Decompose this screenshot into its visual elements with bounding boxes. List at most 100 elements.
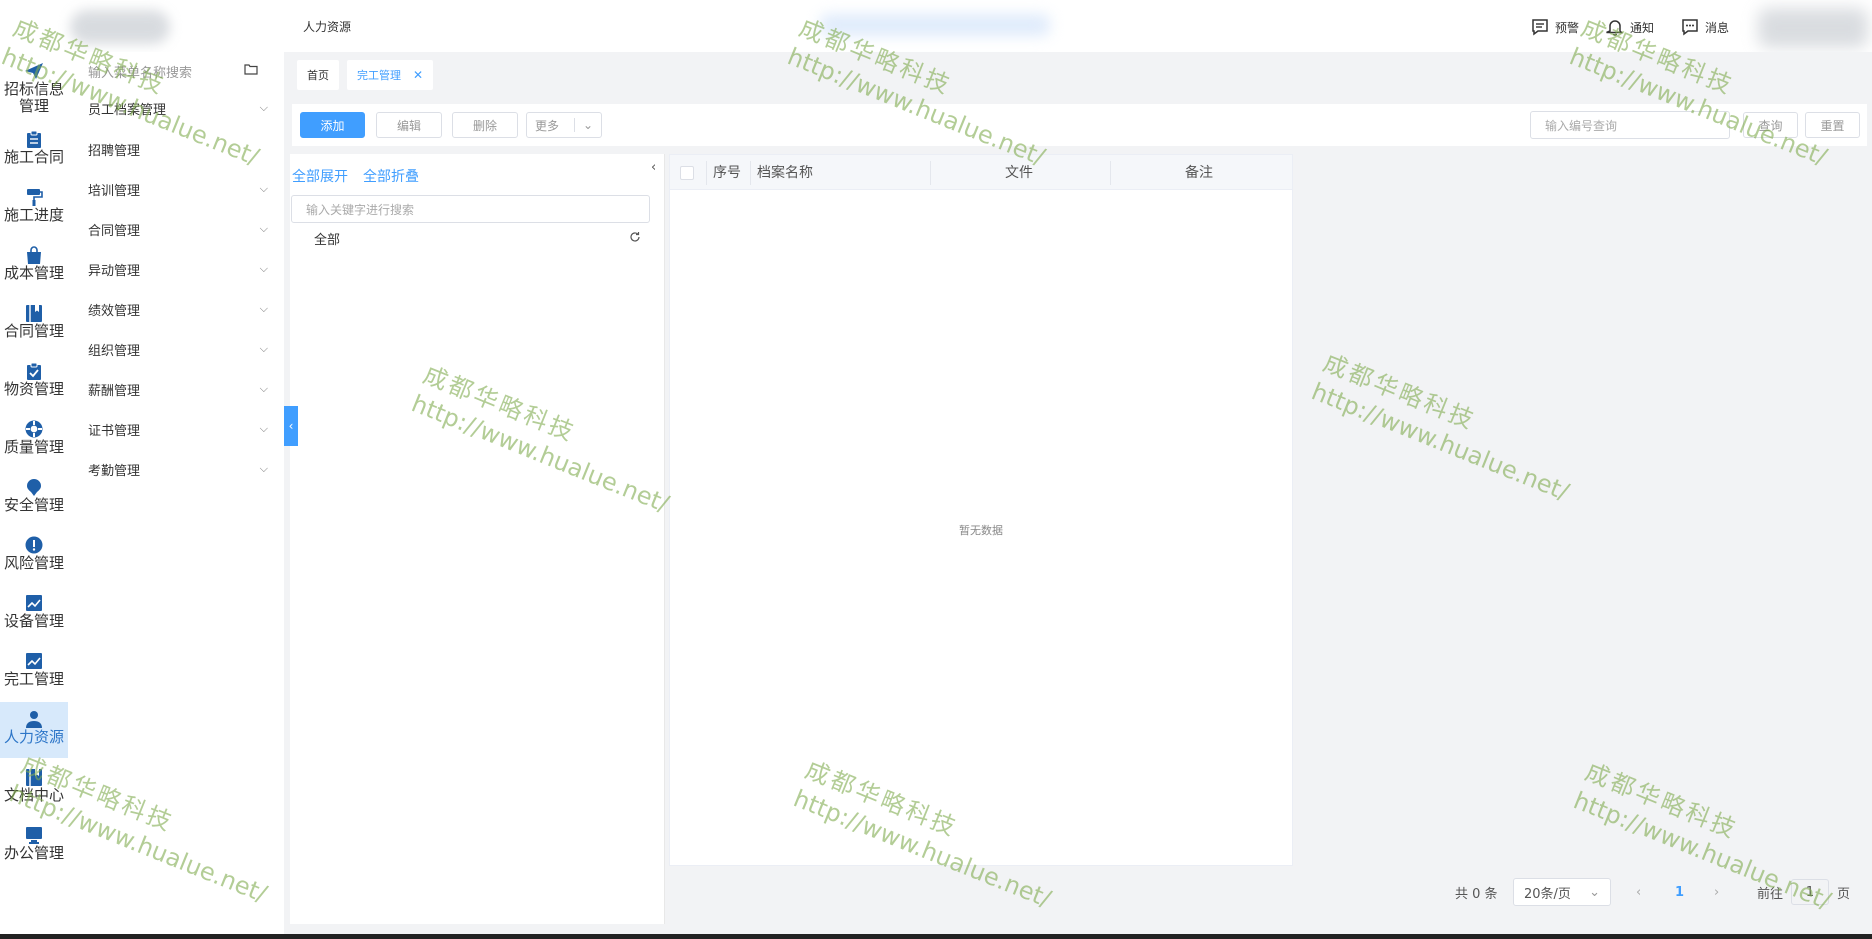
tree-panel xyxy=(290,154,665,924)
add-button[interactable]: 添加 xyxy=(300,112,365,138)
book-icon xyxy=(26,305,42,322)
submenu-item-employee-files[interactable]: 员工档案管理 ⌵ xyxy=(88,98,268,118)
pagination: 共 0 条 xyxy=(1455,878,1498,906)
submenu-item-performance[interactable]: 绩效管理 ⌵ xyxy=(88,299,268,319)
life-ring-icon xyxy=(25,420,43,438)
column-header-file[interactable]: 文件 xyxy=(1005,155,1033,189)
submenu-label: 考勤管理 xyxy=(88,463,141,479)
nav-item-office[interactable]: 办公管理 xyxy=(0,826,68,862)
tab-home[interactable]: 首页 xyxy=(297,60,339,90)
more-dropdown[interactable]: 更多 ⌄ xyxy=(526,112,602,138)
tab-label: 完工管理 xyxy=(357,69,401,82)
column-header-remark[interactable]: 备注 xyxy=(1185,155,1213,189)
chevron-down-icon: ⌵ xyxy=(259,182,268,195)
delete-button[interactable]: 删除 xyxy=(452,112,518,138)
page-unit-label: 页 xyxy=(1837,886,1851,902)
nav-label: 办公管理 xyxy=(3,844,64,862)
tree-node-all[interactable]: 全部 xyxy=(314,229,340,248)
nav-label: 物资管理 xyxy=(3,380,64,398)
chevron-left-icon: ‹ xyxy=(1636,884,1642,900)
nav-item-completion[interactable]: 完工管理 xyxy=(0,652,68,688)
empty-state: 暂无数据 xyxy=(959,524,1003,537)
sidebar-collapse-handle[interactable]: ‹ xyxy=(284,406,298,446)
collapse-all-link[interactable]: 全部折叠 xyxy=(363,166,419,186)
chevron-down-icon: ⌵ xyxy=(259,382,268,395)
menu-search-input[interactable]: 输入菜单名称搜索 xyxy=(88,62,192,81)
tree-search-input[interactable]: 输入关键字进行搜索 xyxy=(291,195,650,223)
notice-label: 通知 xyxy=(1630,20,1655,35)
chevron-down-icon: ⌵ xyxy=(259,462,268,475)
nav-label: 施工合同 xyxy=(3,148,64,166)
nav-item-documents[interactable]: 文档中心 xyxy=(0,768,68,804)
page-size-select[interactable]: 20条/页 ⌄ xyxy=(1513,878,1611,906)
query-button[interactable]: 查询 xyxy=(1743,112,1798,138)
submenu-item-attendance[interactable]: 考勤管理 ⌵ xyxy=(88,459,268,479)
prev-page-button[interactable]: ‹ xyxy=(1636,878,1641,906)
message-button[interactable]: 消息 xyxy=(1681,16,1729,38)
nav-label: 质量管理 xyxy=(3,438,64,456)
nav-item-cost[interactable]: 成本管理 xyxy=(0,246,68,282)
next-page-button[interactable]: › xyxy=(1714,878,1719,906)
bell-icon xyxy=(1606,20,1624,36)
nav-item-materials[interactable]: 物资管理 xyxy=(0,362,68,398)
submenu-item-salary[interactable]: 薪酬管理 ⌵ xyxy=(88,379,268,399)
nav-item-risk[interactable]: 风险管理 xyxy=(0,536,68,572)
header-blurred-area xyxy=(820,14,1050,36)
column-header-file-name[interactable]: 档案名称 xyxy=(757,155,813,189)
close-icon[interactable]: ✕ xyxy=(413,68,423,82)
nav-item-quality[interactable]: 质量管理 xyxy=(0,420,68,456)
clipboard-check-icon xyxy=(27,362,41,380)
chevron-down-icon: ⌵ xyxy=(259,222,268,235)
submenu-item-training[interactable]: 培训管理 ⌵ xyxy=(88,179,268,199)
refresh-icon[interactable] xyxy=(629,231,641,243)
warning-button[interactable]: 预警 xyxy=(1531,16,1579,38)
total-count: 共 0 条 xyxy=(1455,886,1498,902)
folder-icon[interactable] xyxy=(244,63,258,75)
chevron-left-icon[interactable]: ‹ xyxy=(651,160,656,175)
goto-wrapper: 1 xyxy=(1791,878,1829,906)
expand-all-link[interactable]: 全部展开 xyxy=(292,166,348,186)
code-search-input[interactable]: 输入编号查询 xyxy=(1530,111,1730,139)
nav-label: 设备管理 xyxy=(3,612,64,630)
submenu-item-recruitment[interactable]: 招聘管理 xyxy=(88,139,268,159)
tab-completion[interactable]: 完工管理 ✕ xyxy=(347,60,434,90)
nav-item-equipment[interactable]: 设备管理 xyxy=(0,594,68,630)
chat-bubble-icon xyxy=(1682,19,1698,36)
nav-item-construction-progress[interactable]: 施工进度 xyxy=(0,188,68,224)
edit-button[interactable]: 编辑 xyxy=(376,112,442,138)
submenu-item-organization[interactable]: 组织管理 ⌵ xyxy=(88,339,268,359)
logo xyxy=(70,10,170,44)
paint-roller-icon xyxy=(27,189,43,206)
tab-label: 首页 xyxy=(307,69,329,82)
submenu-label: 绩效管理 xyxy=(88,303,141,319)
select-all-checkbox[interactable] xyxy=(680,166,694,180)
user-avatar[interactable] xyxy=(1758,8,1868,48)
goto-page-input[interactable]: 1 xyxy=(1791,879,1829,905)
nav-item-construction-contract[interactable]: 施工合同 xyxy=(0,130,68,166)
page-number-1[interactable]: 1 xyxy=(1675,878,1684,906)
nav-item-safety[interactable]: 安全管理 xyxy=(0,478,68,514)
submenu-label: 招聘管理 xyxy=(88,143,141,159)
message-label: 消息 xyxy=(1705,20,1730,35)
shopping-bag-icon xyxy=(27,246,41,264)
data-table: 序号 档案名称 文件 备注 暂无数据 xyxy=(669,154,1293,866)
submenu-item-contract[interactable]: 合同管理 ⌵ xyxy=(88,219,268,239)
nav-label: 完工管理 xyxy=(3,670,64,688)
breadcrumb: 人力资源 xyxy=(303,20,352,34)
nav-item-hr[interactable]: 人力资源 xyxy=(0,702,68,758)
nav-label: 招标信息管理 xyxy=(3,80,64,115)
column-header-index[interactable]: 序号 xyxy=(713,155,741,189)
notice-button[interactable]: 通知 xyxy=(1606,16,1654,38)
reset-button[interactable]: 重置 xyxy=(1805,112,1860,138)
submenu-label: 证书管理 xyxy=(88,423,141,439)
chevron-left-icon: ‹ xyxy=(288,419,294,433)
nav-item-contract[interactable]: 合同管理 xyxy=(0,304,68,340)
submenu-item-certificate[interactable]: 证书管理 ⌵ xyxy=(88,419,268,439)
page-size-wrapper: 20条/页 ⌄ xyxy=(1513,878,1611,906)
chevron-down-icon: ⌄ xyxy=(1589,884,1600,900)
page-size-label: 20条/页 xyxy=(1524,886,1571,902)
nav-item-bidding[interactable]: 招标信息管理 xyxy=(0,62,68,115)
submenu-item-transfer[interactable]: 异动管理 ⌵ xyxy=(88,259,268,279)
submenu-label: 员工档案管理 xyxy=(88,102,167,118)
book-icon xyxy=(26,769,42,786)
